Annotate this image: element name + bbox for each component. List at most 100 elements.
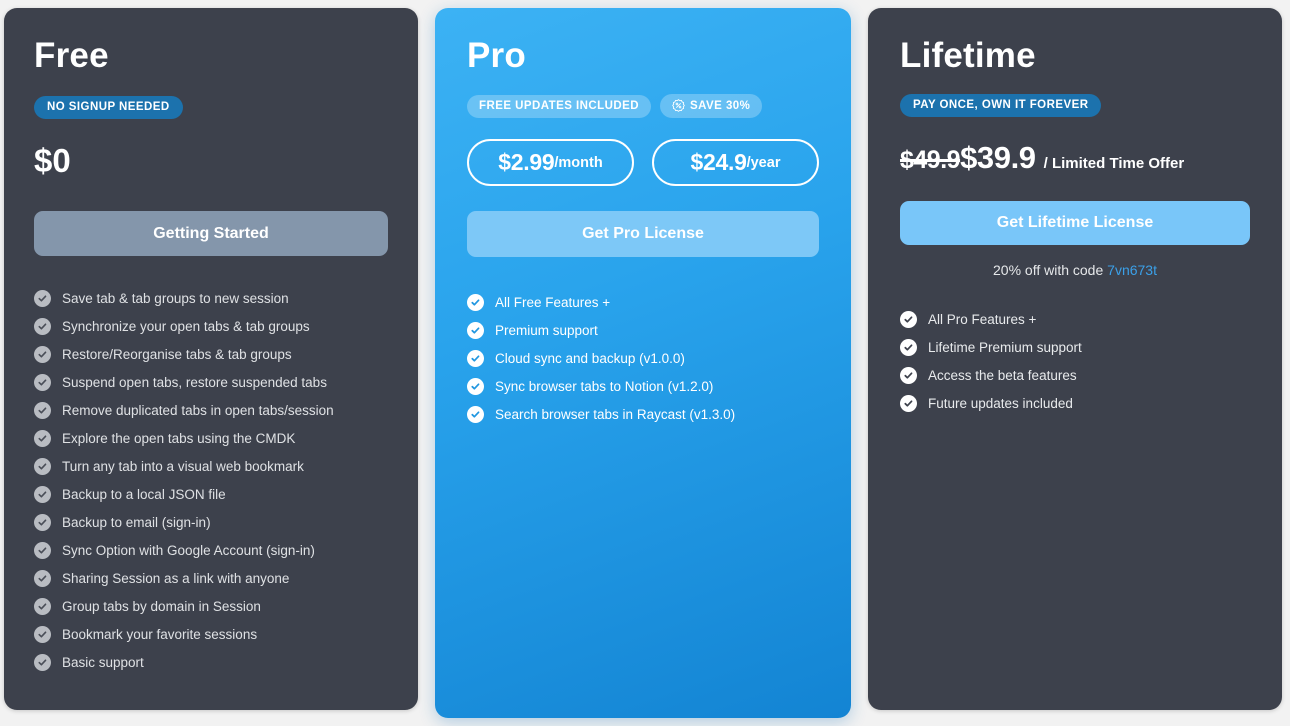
list-item: Restore/Reorganise tabs & tab groups (34, 340, 388, 368)
list-item: All Pro Features + (900, 305, 1250, 333)
check-icon (34, 569, 51, 587)
feature-label: Search browser tabs in Raycast (v1.3.0) (495, 406, 736, 422)
list-item: Bookmark your favorite sessions (34, 620, 388, 648)
check-icon (34, 429, 51, 447)
plan-title-free: Free (34, 36, 109, 75)
badge-free-updates-included: FREE UPDATES INCLUDED (467, 94, 652, 118)
feature-label: Bookmark your favorite sessions (62, 626, 258, 642)
price-free: $0 (34, 142, 71, 179)
list-item: Synchronize your open tabs & tab groups (34, 312, 388, 340)
list-item: Lifetime Premium support (900, 333, 1250, 361)
price-offer-note: / Limited Time Offer (1043, 155, 1185, 172)
check-icon (34, 373, 51, 391)
list-item: Future updates included (900, 389, 1250, 417)
check-icon (900, 394, 917, 412)
feature-label: Restore/Reorganise tabs & tab groups (62, 346, 292, 362)
badge-pay-once-own-forever: PAY ONCE, OWN IT FOREVER (900, 94, 1102, 117)
plan-card-lifetime: Lifetime PAY ONCE, OWN IT FOREVER $49.9 … (868, 8, 1282, 710)
list-item: Backup to email (sign-in) (34, 508, 388, 536)
list-item: Premium support (467, 316, 819, 344)
check-icon (34, 597, 51, 615)
list-item: Access the beta features (900, 361, 1250, 389)
price-option-monthly[interactable]: $2.99/month (467, 139, 634, 186)
price-original-strikethrough: $49.9 (900, 146, 961, 174)
feature-label: Turn any tab into a visual web bookmark (62, 458, 304, 474)
discount-seal-icon (672, 99, 685, 112)
badge-label: NO SIGNUP NEEDED (47, 101, 170, 113)
price-lifetime: $49.9 $39.9 / Limited Time Offer (900, 140, 1250, 176)
promo-code-value[interactable]: 7vn673t (1107, 262, 1157, 278)
get-lifetime-license-button[interactable]: Get Lifetime License (900, 201, 1250, 245)
list-item: All Free Features + (467, 288, 819, 316)
feature-label: Cloud sync and backup (v1.0.0) (495, 350, 685, 366)
list-item: Group tabs by domain in Session (34, 592, 388, 620)
list-item: Cloud sync and backup (v1.0.0) (467, 344, 819, 372)
check-icon (34, 457, 51, 475)
feature-label: Backup to email (sign-in) (62, 514, 211, 530)
list-item: Explore the open tabs using the CMDK (34, 424, 388, 452)
get-pro-license-button[interactable]: Get Pro License (467, 211, 819, 257)
feature-label: Lifetime Premium support (928, 339, 1082, 355)
promo-prefix-label: 20% off with code (993, 262, 1108, 278)
price-period: /year (746, 154, 781, 171)
price-option-group: $2.99/month $24.9/year (467, 139, 819, 186)
feature-list-free: Save tab & tab groups to new session Syn… (34, 284, 388, 676)
list-item: Remove duplicated tabs in open tabs/sess… (34, 396, 388, 424)
price-amount: $24.9 (690, 149, 747, 175)
feature-label: Synchronize your open tabs & tab groups (62, 318, 310, 334)
check-icon (467, 321, 484, 339)
feature-label: Save tab & tab groups to new session (62, 290, 289, 306)
feature-label: Future updates included (928, 395, 1073, 411)
list-item: Suspend open tabs, restore suspended tab… (34, 368, 388, 396)
list-item: Sync browser tabs to Notion (v1.2.0) (467, 372, 819, 400)
feature-list-lifetime: All Pro Features + Lifetime Premium supp… (900, 305, 1250, 417)
feature-label: Remove duplicated tabs in open tabs/sess… (62, 402, 334, 418)
pricing-plans-container: Free NO SIGNUP NEEDED $0 Getting Started… (0, 0, 1290, 726)
plan-title-lifetime: Lifetime (900, 36, 1036, 75)
feature-label: Group tabs by domain in Session (62, 598, 261, 614)
feature-label: Suspend open tabs, restore suspended tab… (62, 374, 327, 390)
list-item: Search browser tabs in Raycast (v1.3.0) (467, 400, 819, 428)
check-icon (34, 541, 51, 559)
price-discounted: $39.9 (960, 140, 1036, 175)
feature-label: Basic support (62, 654, 144, 670)
plan-card-pro: Pro FREE UPDATES INCLUDED SAVE 30% $2.99… (435, 8, 851, 718)
feature-label: Explore the open tabs using the CMDK (62, 430, 296, 446)
check-icon (467, 377, 484, 395)
plan-title-pro: Pro (467, 36, 526, 75)
list-item: Turn any tab into a visual web bookmark (34, 452, 388, 480)
check-icon (900, 310, 917, 328)
badge-row-free: NO SIGNUP NEEDED (34, 96, 388, 119)
feature-label: Sync Option with Google Account (sign-in… (62, 542, 315, 558)
feature-label: Access the beta features (928, 367, 1077, 383)
feature-label: Sync browser tabs to Notion (v1.2.0) (495, 378, 714, 394)
check-icon (467, 293, 484, 311)
getting-started-button[interactable]: Getting Started (34, 211, 388, 256)
badge-label: SAVE 30% (690, 99, 751, 112)
feature-label: All Free Features + (495, 294, 611, 310)
price-option-yearly[interactable]: $24.9/year (652, 139, 819, 186)
check-icon (900, 338, 917, 356)
price-amount: $2.99 (498, 149, 555, 175)
feature-list-pro: All Free Features + Premium support Clou… (467, 288, 819, 428)
check-icon (467, 405, 484, 423)
feature-label: Sharing Session as a link with anyone (62, 570, 290, 586)
price-period: /month (554, 154, 603, 171)
feature-label: Premium support (495, 322, 598, 338)
check-icon (900, 366, 917, 384)
list-item: Sharing Session as a link with anyone (34, 564, 388, 592)
feature-label: All Pro Features + (928, 311, 1037, 327)
badge-label: PAY ONCE, OWN IT FOREVER (913, 99, 1089, 111)
check-icon (34, 485, 51, 503)
list-item: Backup to a local JSON file (34, 480, 388, 508)
list-item: Sync Option with Google Account (sign-in… (34, 536, 388, 564)
check-icon (34, 401, 51, 419)
plan-card-free: Free NO SIGNUP NEEDED $0 Getting Started… (4, 8, 418, 710)
check-icon (34, 653, 51, 671)
check-icon (34, 289, 51, 307)
badge-row-lifetime: PAY ONCE, OWN IT FOREVER (900, 94, 1250, 117)
badge-no-signup-needed: NO SIGNUP NEEDED (34, 96, 183, 119)
check-icon (34, 317, 51, 335)
check-icon (34, 513, 51, 531)
check-icon (467, 349, 484, 367)
